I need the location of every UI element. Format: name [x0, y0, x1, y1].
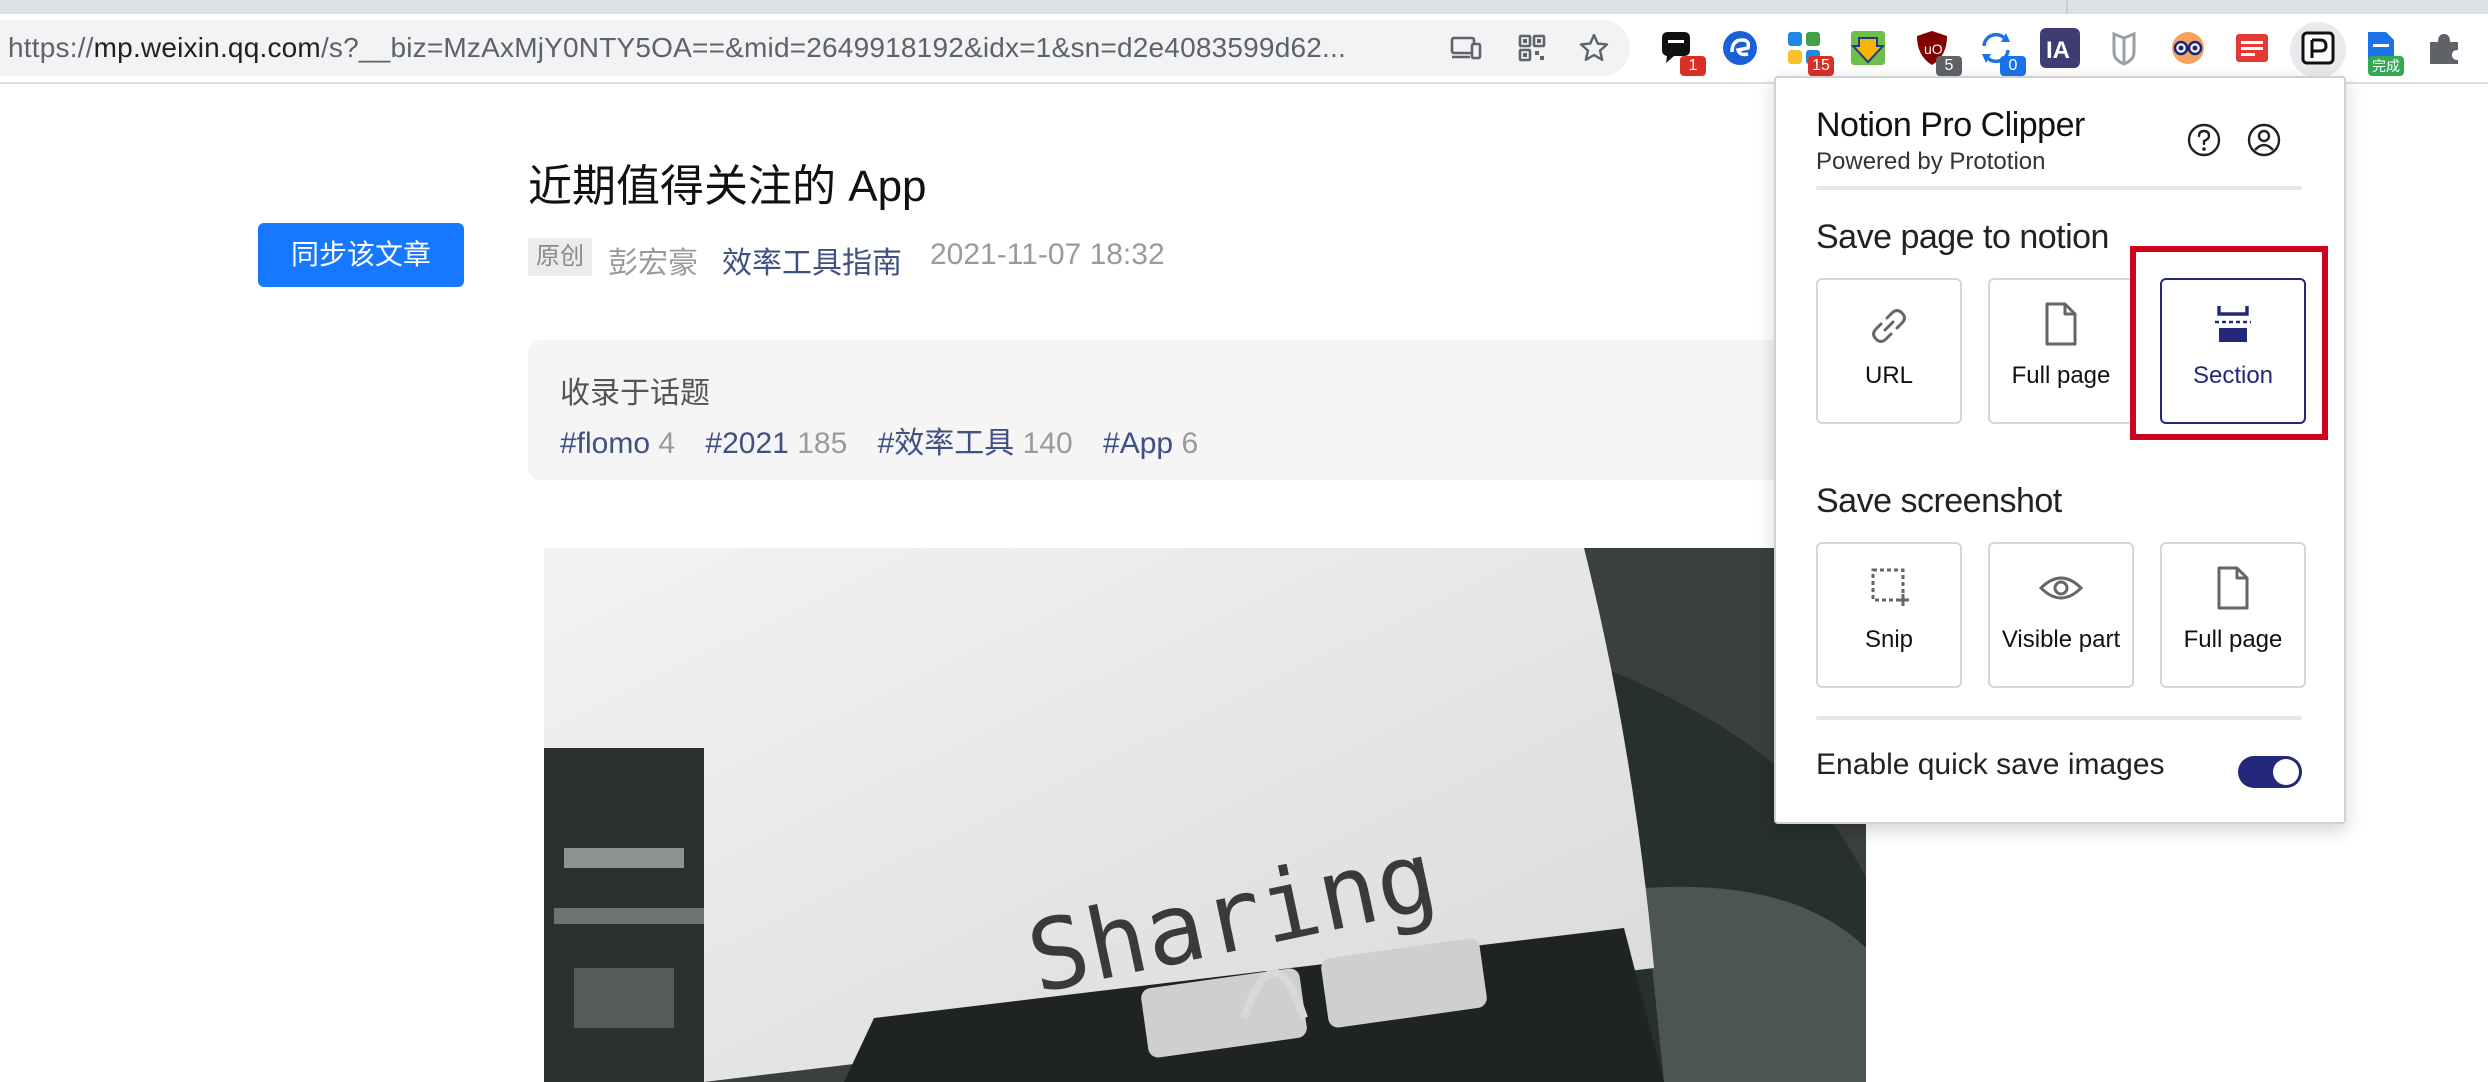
quick-save-images-toggle[interactable] [2238, 756, 2302, 788]
quick-save-images-label: Enable quick save images [1816, 748, 2165, 781]
card-label: Full page [2011, 362, 2111, 389]
extension-badge: 1 [1680, 56, 1706, 76]
card-label: Full page [2183, 626, 2283, 653]
divider [1816, 716, 2302, 720]
qr-code-icon[interactable] [1516, 32, 1548, 64]
red-notes-extension-icon[interactable] [2232, 28, 2272, 68]
edge-circle-extension-icon[interactable] [1720, 28, 1760, 68]
url-path: /s?__biz=MzAxMjY0NTY5OA==&mid=2649918192… [320, 32, 1346, 63]
topic-tag-link[interactable]: #flomo [560, 427, 650, 460]
account-name-link[interactable]: 效率工具指南 [722, 238, 902, 282]
notion-pro-clipper-popup: Notion Pro Clipper Powered by Prototion … [1774, 76, 2346, 824]
topics-label: 收录于话题 [560, 377, 710, 410]
blocks-extension-icon[interactable]: 15 [1784, 28, 1834, 76]
extension-badge: 5 [1936, 56, 1962, 76]
topic-count: 185 [797, 427, 848, 460]
svg-text:IA: IA [2046, 37, 2070, 64]
snip-icon [1871, 568, 1909, 606]
card-label: Visible part [2001, 626, 2121, 653]
article-cover-image: Sharing [544, 548, 1866, 1082]
browser-toolbar: https://mp.weixin.qq.com/s?__biz=MzAxMjY… [0, 14, 2488, 84]
document-icon [2045, 302, 2077, 346]
toggle-knob [2273, 759, 2299, 785]
article-title: 近期值得关注的 App [528, 162, 927, 211]
glasses-extension-icon[interactable] [2168, 28, 2208, 68]
extension-badge: 0 [2000, 56, 2026, 76]
svg-text:uO: uO [1924, 41, 1943, 57]
popup-subtitle: Powered by Prototion [1816, 148, 2046, 175]
topic-count: 140 [1022, 427, 1073, 460]
publish-datetime: 2021-11-07 18:32 [930, 238, 1165, 271]
install-app-icon[interactable] [1450, 32, 1482, 64]
browser-tab[interactable] [2066, 0, 2488, 14]
extension-badge: 15 [1808, 56, 1834, 76]
save-url-button[interactable]: URL [1816, 278, 1962, 424]
link-icon [1872, 309, 1906, 343]
sync-article-button[interactable]: 同步该文章 [258, 223, 464, 287]
card-label: URL [1864, 362, 1913, 389]
download-extension-icon[interactable] [1848, 28, 1888, 68]
topic-count: 4 [658, 427, 676, 460]
save-page-heading: Save page to notion [1816, 218, 2109, 256]
url-host: mp.weixin.qq.com [93, 32, 321, 63]
account-icon[interactable] [2246, 122, 2282, 158]
topics-box: 收录于话题 #flomo 4 #2021 185 #效率工具 140 #App … [528, 340, 1788, 480]
tab-strip [0, 0, 2488, 14]
snip-button[interactable]: Snip [1816, 542, 1962, 688]
topic-tag-link[interactable]: #2021 [705, 427, 788, 460]
document-icon [2217, 566, 2249, 610]
topics-row: #flomo 4 #2021 185 #效率工具 140 #App 6 [560, 418, 1220, 462]
original-tag: 原创 [528, 238, 592, 276]
bookmark-star-icon[interactable] [1578, 32, 1610, 64]
notion-pro-clipper-icon[interactable] [2298, 28, 2338, 68]
url-scheme: https:// [8, 32, 94, 63]
popup-title: Notion Pro Clipper [1816, 106, 2085, 144]
shield-extension-icon[interactable] [2104, 28, 2144, 68]
ublock-origin-icon[interactable]: uO 5 [1912, 28, 1962, 76]
section-highlight-box [2130, 246, 2328, 440]
save-full-page-button[interactable]: Full page [1988, 278, 2134, 424]
topic-tag-link[interactable]: #App [1103, 427, 1173, 460]
url-text[interactable]: https://mp.weixin.qq.com/s?__biz=MzAxMjY… [8, 20, 1346, 76]
ia-writer-icon[interactable]: IA [2040, 28, 2080, 68]
visible-part-button[interactable]: Visible part [1988, 542, 2134, 688]
card-label: Snip [1864, 626, 1914, 653]
topic-tag-link[interactable]: #效率工具 [878, 427, 1015, 460]
puzzle-icon[interactable] [2424, 28, 2464, 68]
divider [1816, 186, 2302, 190]
doc-extension-icon[interactable]: 完成 [2360, 28, 2404, 76]
sync-extension-icon[interactable]: 0 [1976, 28, 2026, 76]
topic-count: 6 [1181, 427, 1199, 460]
notion-web-clipper-icon[interactable]: 1 [1656, 28, 1706, 76]
eye-icon [2039, 576, 2083, 600]
full-page-screenshot-button[interactable]: Full page [2160, 542, 2306, 688]
help-icon[interactable] [2186, 122, 2222, 158]
address-bar[interactable]: https://mp.weixin.qq.com/s?__biz=MzAxMjY… [0, 20, 1630, 76]
author-name: 彭宏豪 [608, 247, 698, 280]
extension-badge: 完成 [2368, 56, 2404, 76]
save-screenshot-heading: Save screenshot [1816, 482, 2062, 520]
